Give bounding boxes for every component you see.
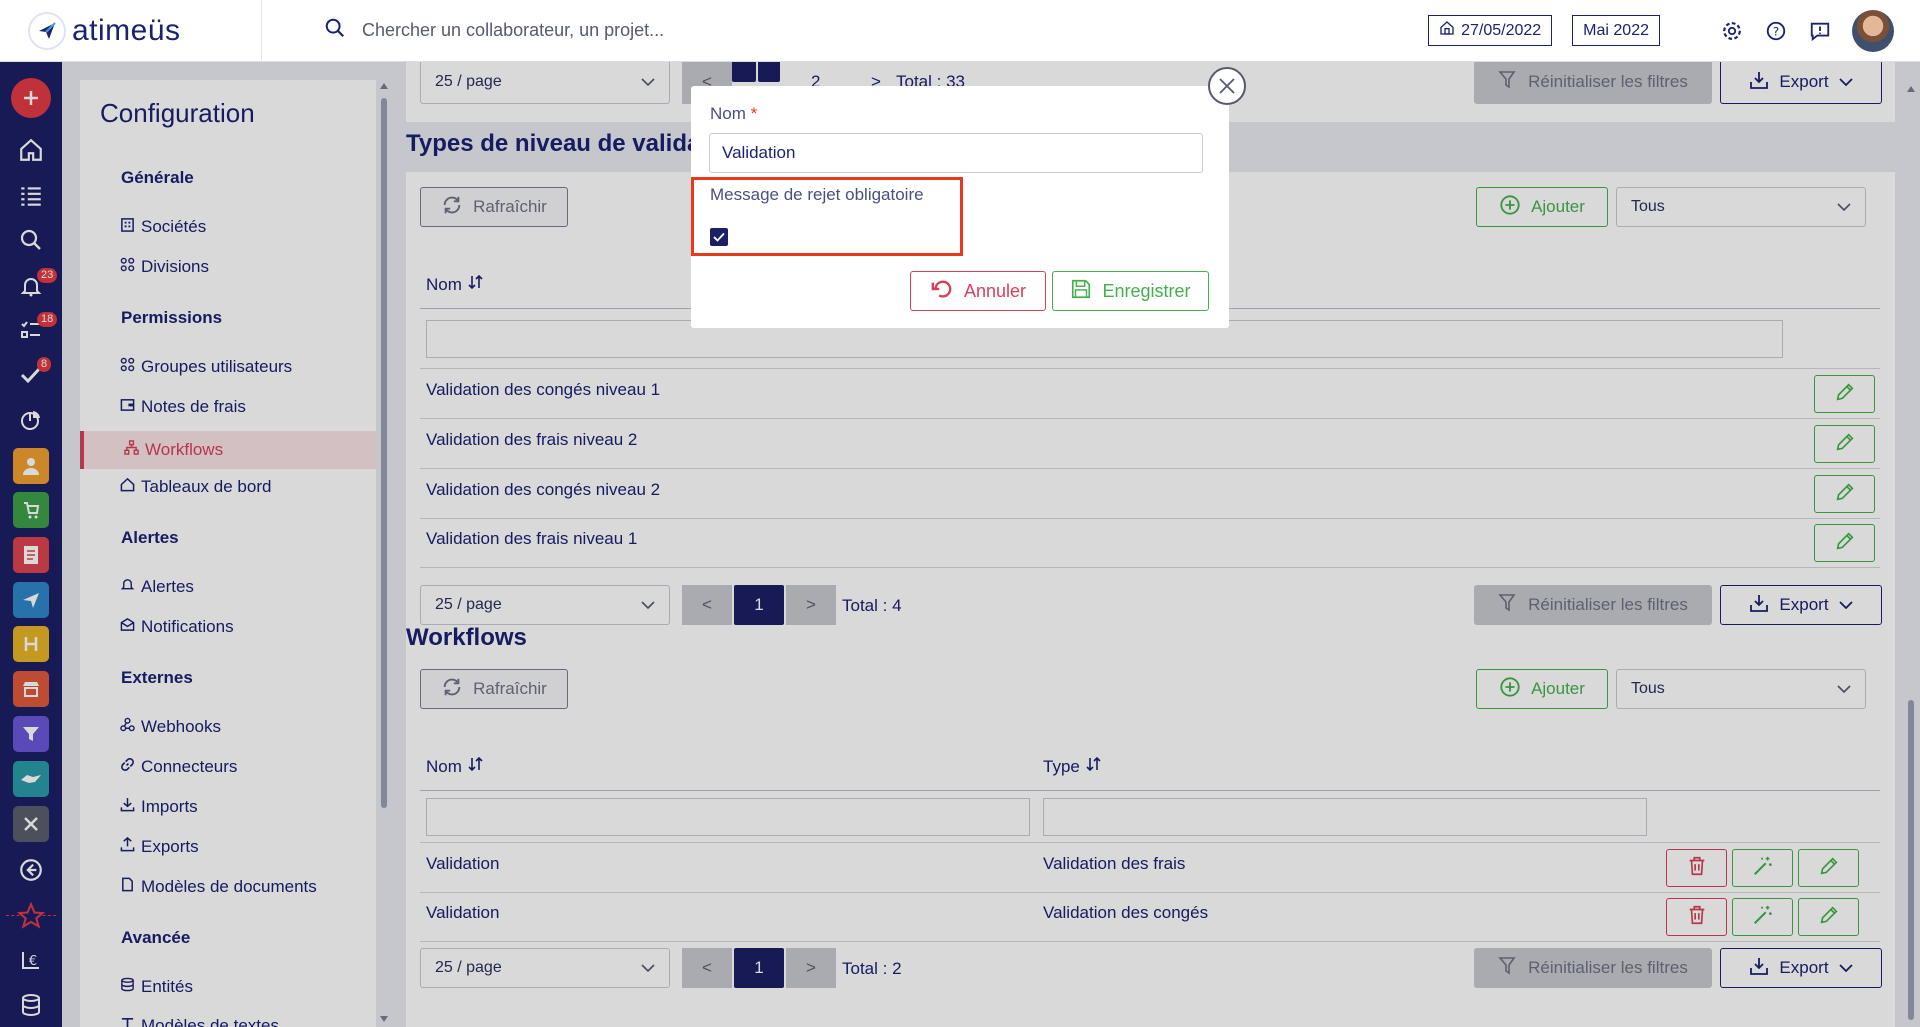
close-icon — [1219, 78, 1235, 94]
svg-text:?: ? — [1773, 24, 1779, 38]
brand-name: atimeüs — [72, 13, 181, 47]
gear-icon[interactable] — [1720, 19, 1744, 43]
date-value: 27/05/2022 — [1461, 21, 1542, 39]
edit-workflow-modal: Nom * Validation Message de rejet obliga… — [691, 86, 1229, 328]
name-field-label: Nom * — [710, 104, 757, 124]
search-bar[interactable]: Chercher un collaborateur, un projet... — [324, 17, 1428, 44]
date-picker[interactable]: 27/05/2022 — [1428, 15, 1553, 46]
search-icon — [324, 17, 346, 44]
checkmark-icon — [713, 232, 725, 242]
button-label: Annuler — [963, 280, 1027, 301]
name-input[interactable]: Validation — [709, 133, 1203, 173]
floppy-disk-icon — [1070, 278, 1092, 305]
cancel-button[interactable]: Annuler — [910, 271, 1046, 311]
help-icon[interactable]: ? — [1764, 19, 1788, 43]
feedback-icon[interactable] — [1808, 19, 1832, 43]
brand-logo-icon — [28, 11, 66, 50]
checkbox-label: Message de rejet obligatoire — [710, 185, 924, 204]
close-modal-button[interactable] — [1208, 67, 1246, 105]
label-text: Nom — [710, 104, 746, 123]
button-label: Enregistrer — [1102, 280, 1191, 301]
period-picker[interactable]: Mai 2022 — [1572, 15, 1660, 46]
calendar-home-icon — [1439, 20, 1455, 41]
period-value: Mai 2022 — [1583, 21, 1649, 39]
reject-message-required-checkbox[interactable] — [710, 228, 728, 246]
top-bar: atimeüs Chercher un collaborateur, un pr… — [0, 0, 1920, 62]
avatar[interactable] — [1852, 9, 1894, 52]
required-mark: * — [750, 104, 758, 123]
undo-icon — [930, 278, 954, 305]
search-input[interactable]: Chercher un collaborateur, un projet... — [362, 20, 664, 41]
save-button[interactable]: Enregistrer — [1052, 271, 1209, 311]
brand[interactable]: atimeüs — [0, 0, 262, 62]
